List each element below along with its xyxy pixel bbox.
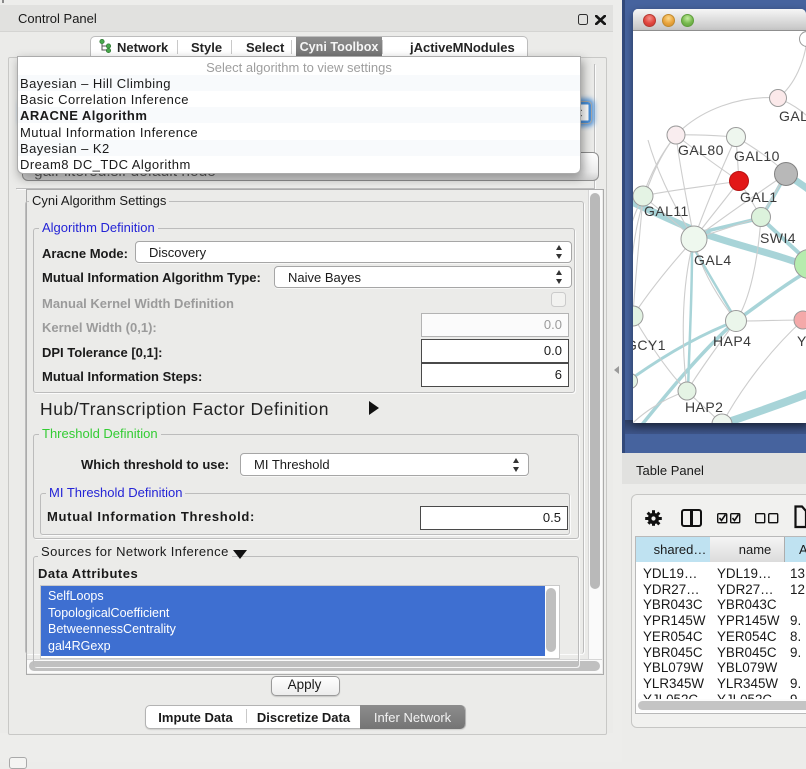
- svg-text:GAL10: GAL10: [734, 148, 780, 164]
- svg-text:Y: Y: [797, 333, 806, 349]
- svg-text:GCY1: GCY1: [633, 337, 666, 353]
- svg-text:HAP4: HAP4: [713, 333, 751, 349]
- svg-text:GAL1: GAL1: [740, 189, 778, 205]
- svg-text:GAL4: GAL4: [694, 252, 732, 268]
- svg-text:SWI4: SWI4: [760, 230, 796, 246]
- svg-text:GAL80: GAL80: [678, 142, 724, 158]
- svg-text:HAP2: HAP2: [685, 399, 723, 415]
- svg-text:GAL11: GAL11: [644, 203, 689, 219]
- svg-text:GAL7: GAL7: [779, 108, 806, 124]
